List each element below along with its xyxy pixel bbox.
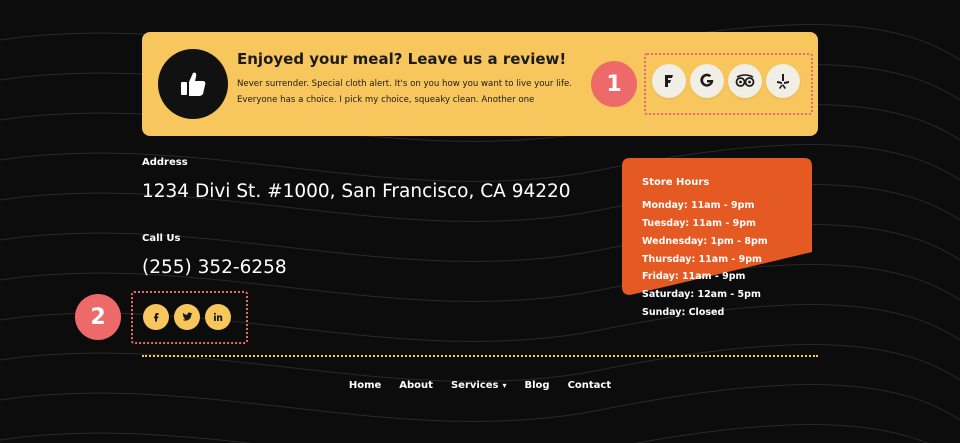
footer-divider (142, 355, 818, 357)
facebook-icon[interactable] (143, 304, 169, 330)
hours-wednesday: Wednesday: 1pm - 8pm (642, 236, 768, 247)
hours-sunday: Sunday: Closed (642, 307, 725, 318)
footer-nav: Home About Services ▾ Blog Contact (0, 380, 960, 391)
review-banner: Enjoyed your meal? Leave us a review! Ne… (142, 32, 818, 136)
address-text: 1234 Divi St. #1000, San Francisco, CA 9… (142, 181, 571, 202)
hours-tuesday: Tuesday: 11am - 9pm (642, 218, 756, 229)
store-hours-title: Store Hours (642, 177, 710, 188)
hours-monday: Monday: 11am - 9pm (642, 200, 755, 211)
tripadvisor-icon[interactable] (728, 64, 762, 98)
linkedin-icon[interactable] (205, 304, 231, 330)
foursquare-icon[interactable] (652, 64, 686, 98)
callout-badge-1: 1 (591, 61, 637, 107)
nav-services[interactable]: Services ▾ (451, 380, 507, 391)
hours-friday: Friday: 11am - 9pm (642, 271, 746, 282)
call-us-label: Call Us (142, 233, 181, 244)
hours-saturday: Saturday: 12am - 5pm (642, 289, 761, 300)
address-label: Address (142, 157, 188, 168)
nav-services-label: Services (450, 380, 499, 391)
nav-contact[interactable]: Contact (568, 380, 612, 391)
yelp-icon[interactable] (766, 64, 800, 98)
thumbs-up-icon (181, 72, 206, 96)
nav-blog[interactable]: Blog (525, 380, 550, 391)
review-title: Enjoyed your meal? Leave us a review! (237, 50, 567, 68)
callout-badge-2: 2 (75, 294, 121, 340)
twitter-icon[interactable] (174, 304, 200, 330)
review-description: Never surrender. Special cloth alert. It… (237, 79, 572, 105)
nav-home[interactable]: Home (349, 380, 381, 391)
phone-number[interactable]: (255) 352-6258 (142, 257, 287, 278)
thumbs-up-badge (158, 49, 228, 119)
google-icon[interactable] (690, 64, 724, 98)
nav-about[interactable]: About (399, 380, 433, 391)
chevron-down-icon: ▾ (502, 381, 507, 390)
hours-thursday: Thursday: 11am - 9pm (642, 254, 762, 265)
